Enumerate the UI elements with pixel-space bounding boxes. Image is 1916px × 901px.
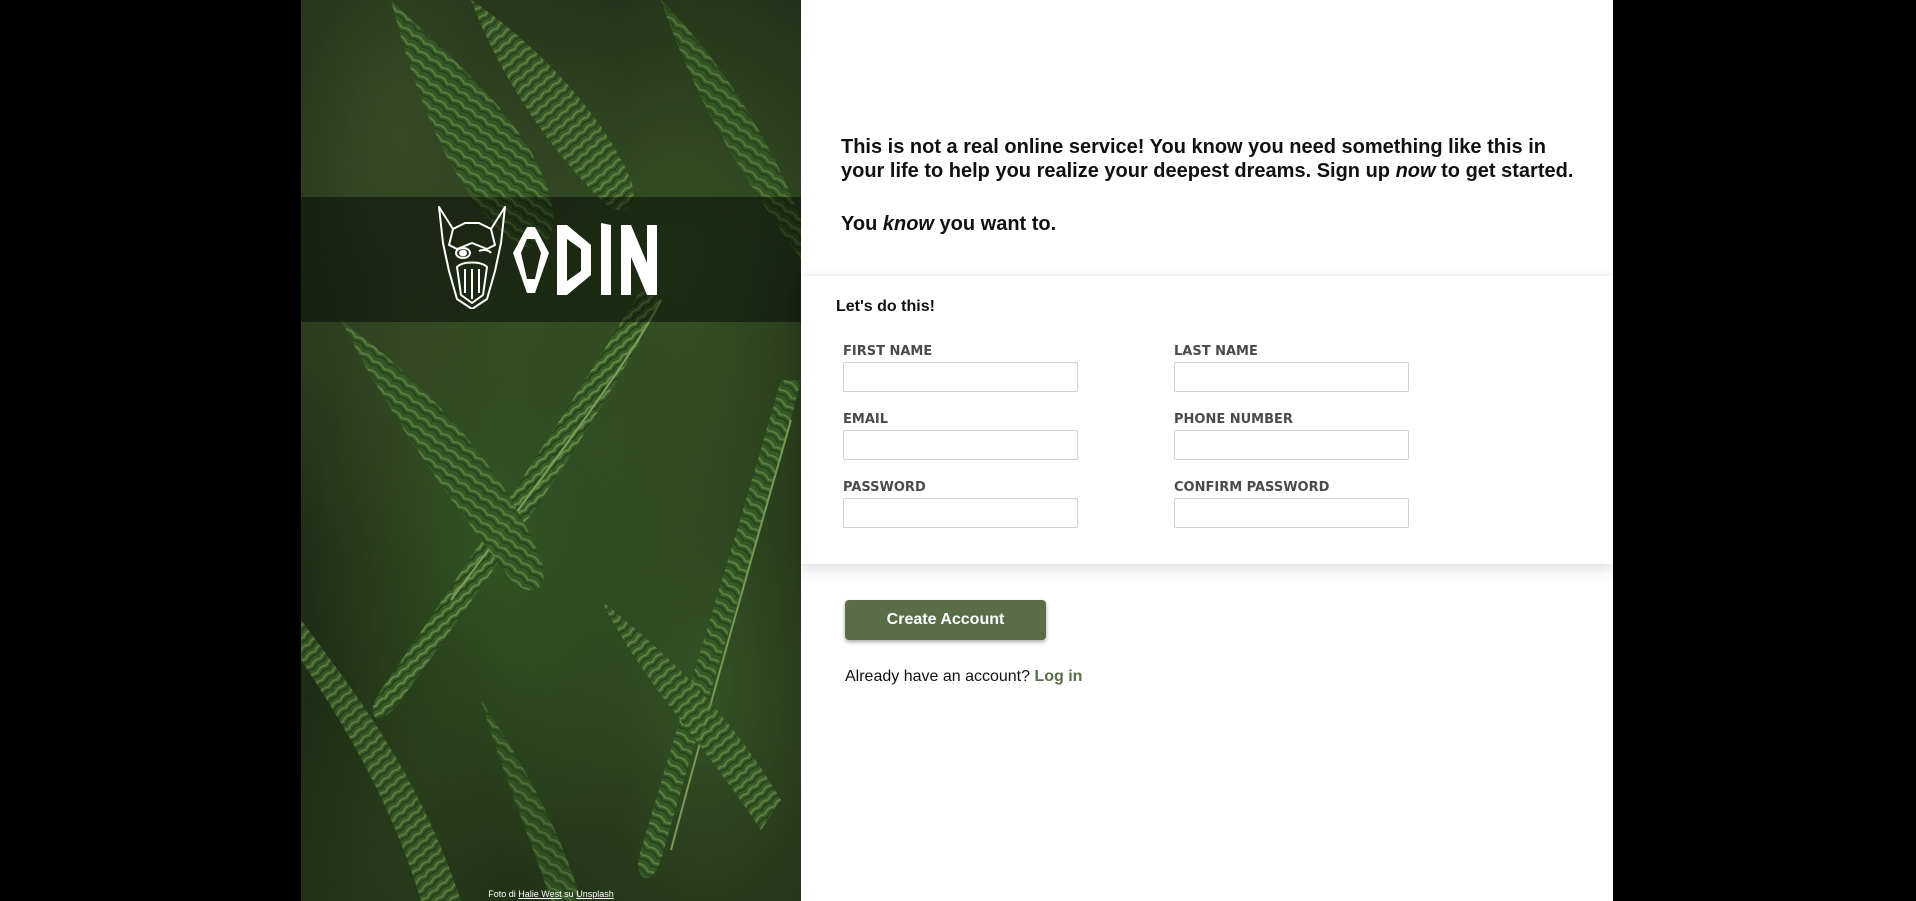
confirm-password-group: CONFIRM PASSWORD bbox=[1174, 480, 1409, 528]
email-group: EMAIL bbox=[843, 412, 1078, 460]
intro-paragraph-2: You know you want to. bbox=[841, 212, 1591, 236]
first-name-label: FIRST NAME bbox=[843, 344, 933, 359]
phone-label: PHONE NUMBER bbox=[1174, 412, 1293, 427]
intro-text-part: You bbox=[841, 213, 883, 235]
password-label: PASSWORD bbox=[843, 480, 926, 495]
signup-panel: This is not a real online service! You k… bbox=[801, 0, 1613, 901]
confirm-password-input[interactable] bbox=[1174, 498, 1409, 528]
unsplash-link[interactable]: Unsplash bbox=[576, 889, 614, 899]
login-prompt: Already have an account? Log in bbox=[845, 668, 1082, 686]
first-name-group: FIRST NAME bbox=[843, 344, 1078, 392]
intro-emphasis: know bbox=[882, 213, 934, 235]
signup-form: Let's do this! FIRST NAME LAST NAME EMAI… bbox=[801, 276, 1613, 564]
last-name-input[interactable] bbox=[1174, 362, 1409, 392]
password-input[interactable] bbox=[843, 498, 1078, 528]
photo-author-link[interactable]: Halie West bbox=[518, 889, 561, 899]
intro-paragraph-1: This is not a real online service! You k… bbox=[841, 135, 1591, 183]
fern-background-image bbox=[301, 0, 801, 901]
last-name-label: LAST NAME bbox=[1174, 344, 1258, 359]
photo-credit: Foto di Halie West su Unsplash bbox=[301, 889, 801, 899]
photo-credit-middle: su bbox=[564, 889, 574, 899]
first-name-input[interactable] bbox=[843, 362, 1078, 392]
photo-credit-prefix: Foto di bbox=[488, 889, 516, 899]
viking-head-icon bbox=[438, 206, 506, 309]
last-name-group: LAST NAME bbox=[1174, 344, 1409, 392]
phone-group: PHONE NUMBER bbox=[1174, 412, 1409, 460]
create-account-button[interactable]: Create Account bbox=[845, 600, 1046, 640]
form-title: Let's do this! bbox=[836, 298, 935, 315]
phone-input[interactable] bbox=[1174, 430, 1409, 460]
odin-logo bbox=[438, 206, 657, 309]
email-input[interactable] bbox=[843, 430, 1078, 460]
hero-image-panel: Foto di Halie West su Unsplash bbox=[301, 0, 801, 901]
email-label: EMAIL bbox=[843, 412, 888, 427]
intro-text-part: you want to. bbox=[933, 213, 1057, 235]
login-prompt-text: Already have an account? bbox=[845, 668, 1031, 685]
confirm-password-label: CONFIRM PASSWORD bbox=[1174, 480, 1330, 495]
intro-text-part: to get started. bbox=[1435, 160, 1574, 182]
page-container: Foto di Halie West su Unsplash This is n… bbox=[301, 0, 1613, 901]
password-group: PASSWORD bbox=[843, 480, 1078, 528]
login-link[interactable]: Log in bbox=[1034, 668, 1082, 685]
intro-text: This is not a real online service! You k… bbox=[841, 135, 1591, 265]
intro-emphasis: now bbox=[1395, 160, 1436, 182]
